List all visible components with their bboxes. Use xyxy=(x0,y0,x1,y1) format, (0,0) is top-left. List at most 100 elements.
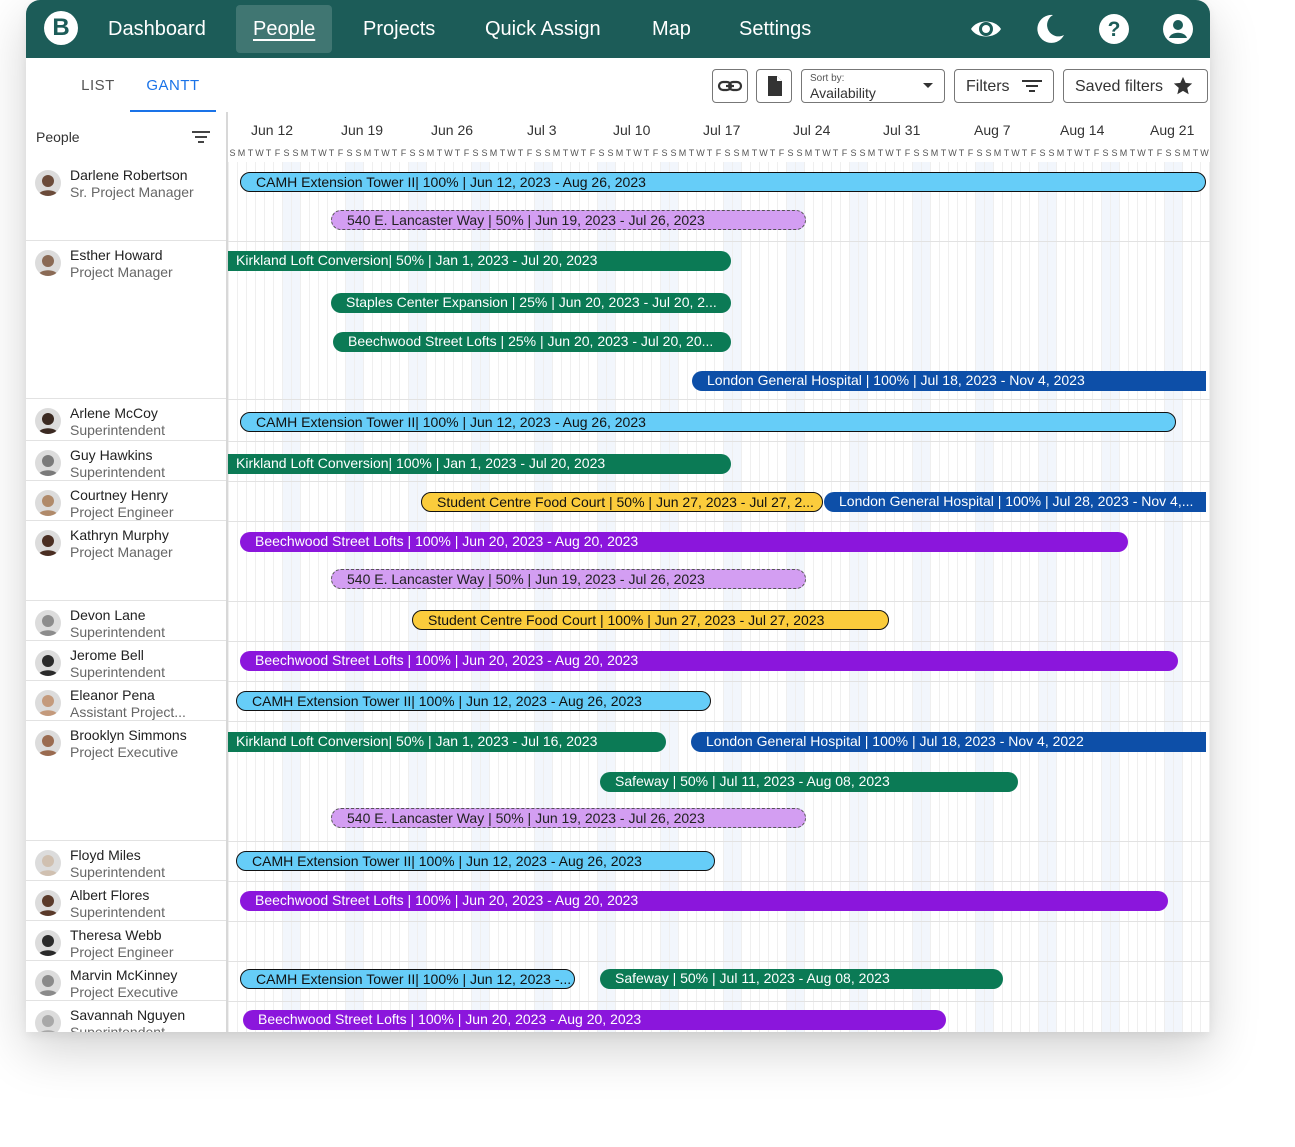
person-name[interactable]: Devon Lane xyxy=(70,607,146,623)
person-name[interactable]: Floyd Miles xyxy=(70,847,141,863)
grid-line xyxy=(1191,162,1192,1032)
person-row[interactable]: Theresa Webb Project Engineer xyxy=(26,921,227,961)
person-row[interactable]: Savannah Nguyen Superintendent xyxy=(26,1001,227,1032)
row-separator xyxy=(228,481,1210,482)
assignment-bar[interactable]: 540 E. Lancaster Way | 50% | Jun 19, 202… xyxy=(331,210,806,230)
person-role: Project Manager xyxy=(70,544,173,560)
assignment-bar[interactable]: Beechwood Street Lofts | 100% | Jun 20, … xyxy=(240,532,1128,552)
assignment-bar[interactable]: Kirkland Loft Conversion| 100% | Jan 1, … xyxy=(228,454,731,474)
person-row[interactable]: Jerome Bell Superintendent xyxy=(26,641,227,681)
day-letter: F xyxy=(1030,148,1037,158)
person-row[interactable]: Courtney Henry Project Engineer xyxy=(26,481,227,521)
assignment-bar[interactable]: CAMH Extension Tower II| 100% | Jun 12, … xyxy=(236,691,711,711)
person-row[interactable]: Albert Flores Superintendent xyxy=(26,881,227,921)
assignment-bar[interactable]: London General Hospital | 100% | Jul 18,… xyxy=(692,371,1206,391)
assignment-bar[interactable]: Student Centre Food Court | 100% | Jun 2… xyxy=(412,610,889,630)
person-name[interactable]: Kathryn Murphy xyxy=(70,527,169,543)
assignment-bar[interactable]: CAMH Extension Tower II| 100% | Jun 12, … xyxy=(240,969,575,989)
day-letter: T xyxy=(1003,148,1010,158)
assignment-bar[interactable]: Student Centre Food Court | 50% | Jun 27… xyxy=(421,492,823,512)
person-row[interactable]: Marvin McKinney Project Executive xyxy=(26,961,227,1001)
person-name[interactable]: Esther Howard xyxy=(70,247,163,263)
nav-map[interactable]: Map xyxy=(635,5,708,53)
person-name[interactable]: Darlene Robertson xyxy=(70,167,188,183)
saved-filters-button[interactable]: Saved filters xyxy=(1063,69,1208,103)
assignment-bar[interactable]: Kirkland Loft Conversion| 50% | Jan 1, 2… xyxy=(228,732,666,752)
assignment-bar[interactable]: CAMH Extension Tower II| 100% | Jun 12, … xyxy=(240,412,1176,432)
app-logo[interactable]: B xyxy=(44,11,78,45)
assignment-bar[interactable]: CAMH Extension Tower II| 100% | Jun 12, … xyxy=(236,851,715,871)
person-row[interactable]: Esther Howard Project Manager xyxy=(26,241,227,399)
eye-icon[interactable] xyxy=(969,12,1003,46)
tab-gantt[interactable]: GANTT xyxy=(130,58,216,112)
person-name[interactable]: Arlene McCoy xyxy=(70,405,158,421)
assignment-bar[interactable]: Beechwood Street Lofts | 100% | Jun 20, … xyxy=(240,891,1168,911)
assignment-bar[interactable]: London General Hospital | 100% | Jul 18,… xyxy=(691,732,1206,752)
person-name[interactable]: Courtney Henry xyxy=(70,487,168,503)
person-row[interactable]: Kathryn Murphy Project Manager xyxy=(26,521,227,601)
person-name[interactable]: Guy Hawkins xyxy=(70,447,152,463)
person-row[interactable]: Devon Lane Superintendent xyxy=(26,601,227,641)
export-document-button[interactable] xyxy=(756,69,792,103)
person-row[interactable]: Brooklyn Simmons Project Executive xyxy=(26,721,227,841)
nav-people[interactable]: People xyxy=(236,5,333,53)
person-role: Superintendent xyxy=(70,464,165,480)
account-icon[interactable] xyxy=(1161,12,1195,46)
assignment-bar[interactable]: Beechwood Street Lofts | 100% | Jun 20, … xyxy=(240,651,1178,671)
person-name[interactable]: Theresa Webb xyxy=(70,927,162,943)
row-separator xyxy=(228,841,1210,842)
assignment-bar[interactable]: London General Hospital | 100% | Jul 28,… xyxy=(824,492,1206,512)
moon-icon[interactable] xyxy=(1033,12,1067,46)
assignment-bar[interactable]: CAMH Extension Tower II| 100% | Jun 12, … xyxy=(240,172,1206,192)
person-name[interactable]: Brooklyn Simmons xyxy=(70,727,187,743)
nav-quick-assign[interactable]: Quick Assign xyxy=(468,5,618,53)
day-letter: W xyxy=(255,148,264,158)
day-letter: F xyxy=(841,148,848,158)
help-icon[interactable]: ? xyxy=(1097,12,1131,46)
day-letter: T xyxy=(499,148,506,158)
assignment-bar[interactable]: 540 E. Lancaster Way | 50% | Jun 19, 202… xyxy=(331,569,806,589)
day-letter: M xyxy=(237,148,246,158)
person-row[interactable]: Arlene McCoy Superintendent xyxy=(26,399,227,441)
day-letter: W xyxy=(948,148,957,158)
assignment-bar[interactable]: Beechwood Street Lofts | 100% | Jun 20, … xyxy=(243,1010,946,1030)
person-row[interactable]: Darlene Robertson Sr. Project Manager xyxy=(26,161,227,241)
day-letter: M xyxy=(930,148,939,158)
person-name[interactable]: Savannah Nguyen xyxy=(70,1007,185,1023)
assignment-bar[interactable]: Safeway | 50% | Jul 11, 2023 - Aug 08, 2… xyxy=(600,772,1018,792)
assignment-bar[interactable]: 540 E. Lancaster Way | 50% | Jun 19, 202… xyxy=(331,808,806,828)
person-name[interactable]: Albert Flores xyxy=(70,887,149,903)
assignment-bar[interactable]: Staples Center Expansion | 25% | Jun 20,… xyxy=(331,293,731,313)
assignment-bar[interactable]: Kirkland Loft Conversion| 50% | Jan 1, 2… xyxy=(228,251,731,271)
week-label: Jul 17 xyxy=(703,122,741,138)
nav-projects[interactable]: Projects xyxy=(346,5,452,53)
nav-settings[interactable]: Settings xyxy=(722,5,828,53)
sort-lines-icon[interactable] xyxy=(191,129,211,145)
person-row[interactable]: Eleanor Pena Assistant Project... xyxy=(26,681,227,721)
assignment-bar[interactable]: Beechwood Street Lofts | 25% | Jun 20, 2… xyxy=(333,332,731,352)
day-letter: M xyxy=(1182,148,1191,158)
avatar xyxy=(35,490,61,516)
nav-dashboard[interactable]: Dashboard xyxy=(91,5,223,53)
person-row[interactable]: Guy Hawkins Superintendent xyxy=(26,441,227,481)
person-name[interactable]: Eleanor Pena xyxy=(70,687,155,703)
person-row[interactable]: Floyd Miles Superintendent xyxy=(26,841,227,881)
day-letter: T xyxy=(769,148,776,158)
person-name[interactable]: Jerome Bell xyxy=(70,647,144,663)
tab-list[interactable]: LIST xyxy=(66,58,130,110)
person-role: Project Manager xyxy=(70,264,173,280)
day-header: SMTWTFSSMTWTFSSMTWTFSSMTWTFSSMTWTFSSMTWT… xyxy=(228,148,1210,162)
filters-button[interactable]: Filters xyxy=(954,69,1054,103)
day-letter: M xyxy=(741,148,750,158)
person-name[interactable]: Marvin McKinney xyxy=(70,967,177,983)
row-separator xyxy=(228,641,1210,642)
day-letter: W xyxy=(1011,148,1020,158)
filters-label: Filters xyxy=(966,78,1010,95)
grid-line xyxy=(1173,162,1174,1032)
assignment-bar[interactable]: Safeway | 50% | Jul 11, 2023 - Aug 08, 2… xyxy=(600,969,1003,989)
week-label: Jul 31 xyxy=(883,122,921,138)
avatar xyxy=(35,850,61,876)
sort-select[interactable]: Sort by: Availability xyxy=(801,69,945,103)
copy-link-button[interactable] xyxy=(712,69,748,103)
day-letter: S xyxy=(1048,148,1055,158)
